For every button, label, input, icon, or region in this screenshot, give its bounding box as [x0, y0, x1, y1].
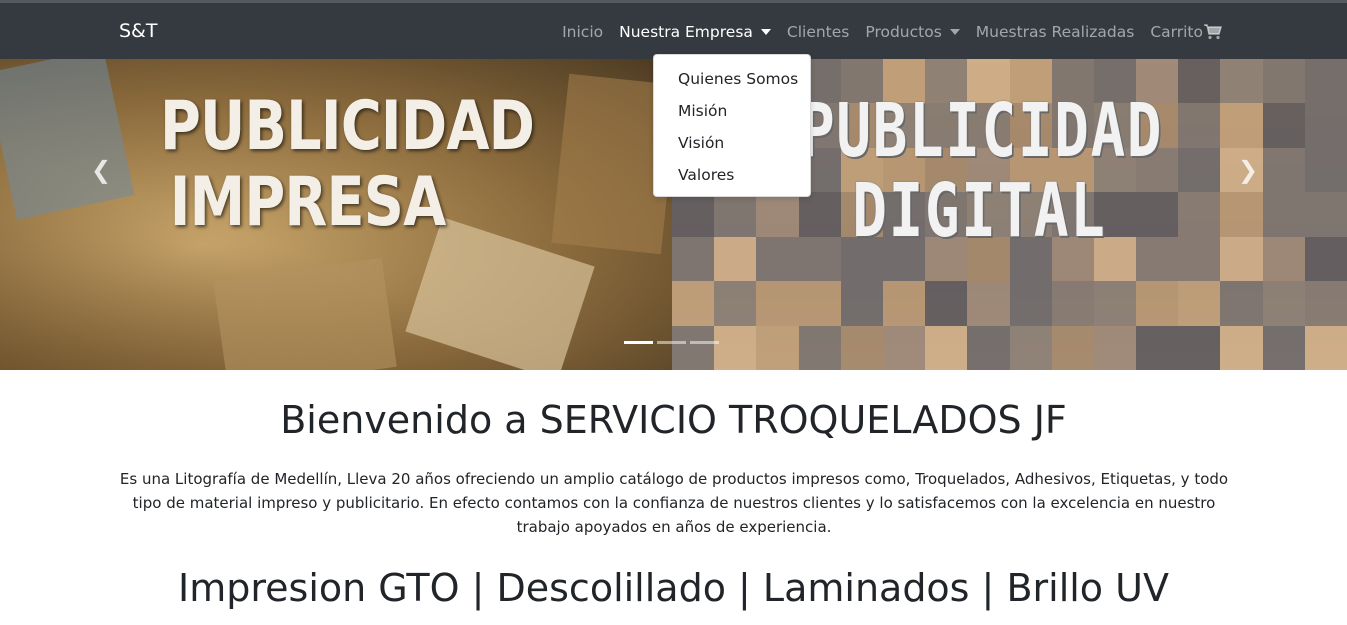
mosaic-tile [1262, 147, 1305, 193]
mosaic-tile [882, 325, 926, 370]
mosaic-tile [1051, 325, 1094, 370]
mosaic-tile [714, 325, 757, 370]
mosaic-tile [1220, 192, 1263, 237]
mosaic-tile [1304, 281, 1347, 326]
mosaic-tile [1262, 281, 1305, 326]
mosaic-tile [672, 281, 715, 326]
slide-headline-impresa: PUBLICIDAD IMPRESA [160, 87, 535, 242]
slide-publicidad-impresa: PUBLICIDAD IMPRESA [0, 59, 679, 370]
mosaic-tile [1304, 59, 1347, 104]
mosaic-tile [1262, 103, 1305, 148]
mosaic-tile [672, 325, 715, 370]
navbar: S&T Inicio Nuestra Empresa Clientes Prod… [0, 3, 1347, 59]
mosaic-tile [1304, 325, 1347, 370]
carousel-indicator[interactable] [657, 341, 686, 344]
mosaic-tile [1051, 281, 1094, 326]
nav-link-nuestra-empresa[interactable]: Nuestra Empresa [619, 22, 771, 42]
mosaic-tile [714, 281, 757, 326]
mosaic-tile [756, 192, 799, 237]
mosaic-tile [967, 281, 1010, 326]
mosaic-tile [1220, 281, 1263, 326]
welcome-heading: Bienvenido a SERVICIO TROQUELADOS JF [280, 398, 1067, 442]
mosaic-tile [1220, 236, 1263, 282]
mosaic-tile [1304, 147, 1347, 193]
nuestra-empresa-dropdown-menu: Quienes Somos Misión Visión Valores [653, 54, 811, 197]
nav-links: Inicio Nuestra Empresa Clientes Producto… [562, 22, 1222, 42]
mosaic-tile [1262, 59, 1305, 104]
dropdown-item-valores[interactable]: Valores [654, 159, 810, 191]
mosaic-tile [1262, 236, 1305, 282]
mosaic-tile [798, 325, 841, 370]
caret-down-icon [760, 29, 771, 35]
mosaic-tile [1304, 236, 1347, 282]
nav-link-carrito[interactable]: Carrito [1150, 22, 1222, 42]
dropdown-item-quienes-somos[interactable]: Quienes Somos [654, 63, 810, 95]
mosaic-tile [967, 325, 1010, 370]
slide-headline-digital: PUBLICIDAD DIGITAL [800, 88, 1164, 254]
mosaic-tile [840, 281, 883, 326]
mosaic-tile [840, 325, 883, 370]
mosaic-tile [714, 192, 757, 237]
mosaic-tile [882, 281, 926, 326]
mosaic-tile [672, 236, 715, 282]
paper-scrap [213, 257, 397, 370]
services-heading: Impresion GTO | Descolillado | Laminados… [178, 566, 1169, 610]
mosaic-tile [1178, 59, 1221, 104]
mosaic-tile [1178, 147, 1221, 193]
mosaic-tile [1136, 281, 1179, 326]
mosaic-tile [1304, 192, 1347, 237]
mosaic-tile [1178, 236, 1221, 282]
mosaic-tile [1262, 192, 1305, 237]
mosaic-tile [1093, 325, 1137, 370]
mosaic-tile [1220, 325, 1263, 370]
caret-down-icon [949, 29, 960, 35]
mosaic-tile [756, 325, 799, 370]
mosaic-tile [1220, 103, 1263, 148]
mosaic-tile [1262, 325, 1305, 370]
mosaic-tile [1178, 103, 1221, 148]
nav-link-label: Carrito [1150, 23, 1203, 41]
mosaic-tile [1093, 281, 1137, 326]
mosaic-tile [756, 281, 799, 326]
mosaic-tile [714, 236, 757, 282]
mosaic-tile [672, 192, 715, 237]
mosaic-tile [798, 281, 841, 326]
nav-link-label: Productos [865, 23, 942, 41]
welcome-description: Es una Litografía de Medellín, Lleva 20 … [119, 470, 1229, 536]
mosaic-tile [756, 236, 799, 282]
dropdown-item-vision[interactable]: Visión [654, 127, 810, 159]
mosaic-tile [1136, 325, 1179, 370]
carousel-indicator[interactable] [690, 341, 719, 344]
mosaic-tile [1009, 281, 1052, 326]
chevron-right-icon[interactable]: ❯ [1233, 155, 1263, 185]
nav-link-muestras-realizadas[interactable]: Muestras Realizadas [976, 22, 1135, 42]
carousel-indicator[interactable] [624, 341, 653, 344]
brand-logo[interactable]: S&T [119, 20, 157, 42]
mosaic-tile [1178, 192, 1221, 237]
chevron-left-icon[interactable]: ❮ [86, 155, 116, 185]
mosaic-tile [925, 325, 968, 370]
carousel-indicators [624, 341, 719, 344]
dropdown-item-mision[interactable]: Misión [654, 95, 810, 127]
mosaic-tile [925, 281, 968, 326]
mosaic-tile [1304, 103, 1347, 148]
mosaic-tile [1009, 325, 1052, 370]
nav-link-clientes[interactable]: Clientes [787, 22, 849, 42]
nav-link-productos[interactable]: Productos [865, 22, 960, 42]
nav-link-label: Nuestra Empresa [619, 23, 753, 41]
nav-link-inicio[interactable]: Inicio [562, 22, 603, 42]
mosaic-tile [1178, 325, 1221, 370]
mosaic-tile [1220, 59, 1263, 104]
mosaic-tile [1178, 281, 1221, 326]
shopping-cart-icon [1204, 24, 1222, 40]
paper-scrap [0, 59, 135, 220]
